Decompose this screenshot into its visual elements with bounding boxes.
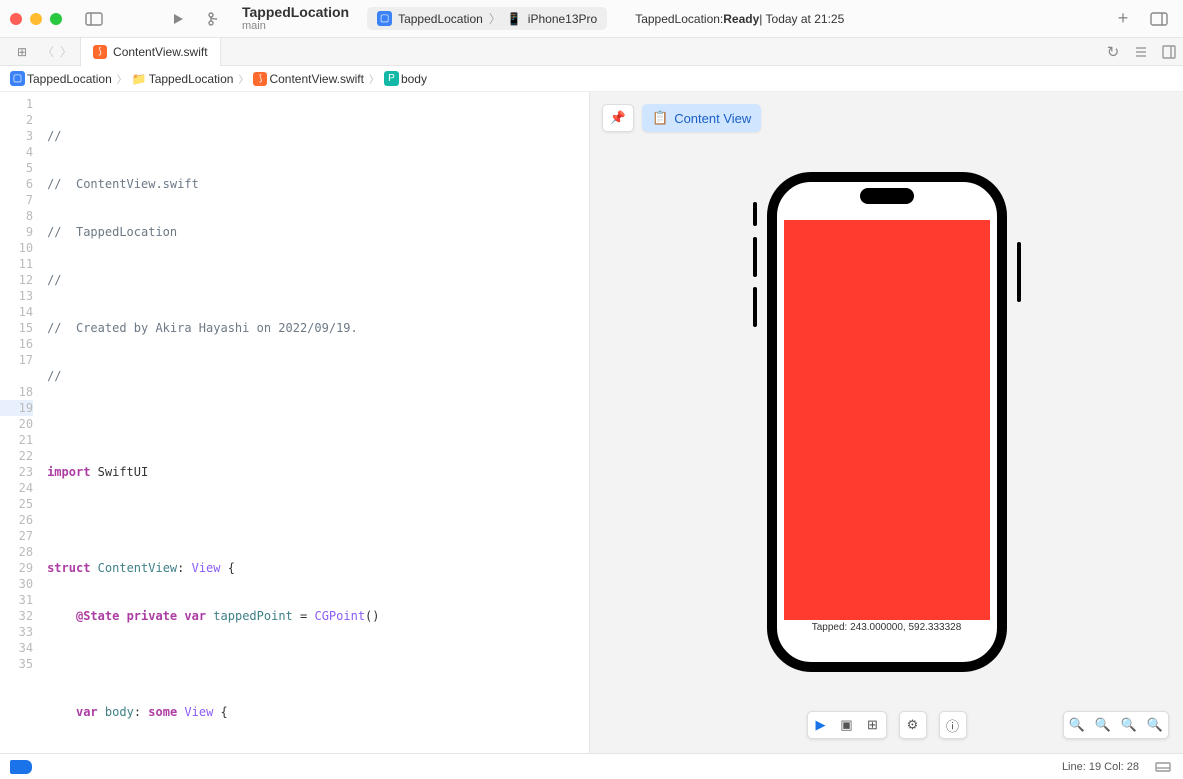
zoom-actual-button[interactable]: 🔍 bbox=[1116, 712, 1142, 738]
code-line bbox=[47, 416, 589, 432]
app-icon: ▢ bbox=[377, 11, 392, 26]
device-preview: Tapped: 243.000000, 592.333328 bbox=[767, 92, 1007, 672]
chevron-right-icon: 〉 bbox=[366, 71, 382, 86]
phone-side-button bbox=[753, 287, 757, 327]
status-time: | Today at 21:25 bbox=[759, 12, 844, 26]
crumb-file[interactable]: ContentView.swift bbox=[269, 72, 364, 86]
add-button[interactable]: + bbox=[1109, 7, 1137, 31]
phone-side-button bbox=[753, 237, 757, 277]
toggle-navigator-icon[interactable] bbox=[80, 7, 108, 31]
property-icon: P bbox=[384, 71, 399, 86]
app-content[interactable]: Tapped: 243.000000, 592.333328 bbox=[784, 220, 990, 662]
crumb-symbol[interactable]: body bbox=[401, 72, 427, 86]
zoom-fit-button[interactable]: 🔍 bbox=[1090, 712, 1116, 738]
device-name: iPhone13Pro bbox=[528, 12, 597, 26]
debug-pointer-icon[interactable] bbox=[10, 760, 32, 774]
tab-bar: ⊞ 〈 〉 ⟆ ContentView.swift ↻ bbox=[0, 38, 1183, 66]
refresh-icon[interactable]: ↻ bbox=[1099, 40, 1127, 64]
folder-icon: 📁 bbox=[132, 72, 147, 86]
library-icon[interactable] bbox=[1145, 7, 1173, 31]
preview-variants-button[interactable]: ⊞ bbox=[860, 712, 886, 738]
code-line: // ContentView.swift bbox=[47, 176, 589, 192]
code-line: // TappedLocation bbox=[47, 224, 589, 240]
status-prefix: TappedLocation: bbox=[635, 12, 723, 26]
tapped-label: Tapped: 243.000000, 592.333328 bbox=[812, 622, 962, 633]
window-traffic-lights bbox=[10, 13, 62, 25]
swift-icon: ⟆ bbox=[253, 72, 267, 86]
code-line bbox=[47, 512, 589, 528]
phone-notch bbox=[860, 188, 914, 204]
file-tab-label: ContentView.swift bbox=[113, 45, 208, 59]
related-items-icon[interactable]: ⊞ bbox=[8, 40, 36, 64]
code-line: // bbox=[47, 128, 589, 144]
crumb-project[interactable]: TappedLocation bbox=[27, 72, 112, 86]
code-line: // bbox=[47, 272, 589, 288]
preview-info-button[interactable]: ⓘ bbox=[940, 712, 966, 738]
preview-device-settings-button[interactable]: ⚙ bbox=[900, 712, 926, 738]
code-line: var body: some View { bbox=[47, 704, 589, 720]
clipboard-icon: 📋 bbox=[652, 110, 668, 126]
phone-icon: 📱 bbox=[507, 12, 522, 26]
mini-debug-icon[interactable] bbox=[1153, 755, 1173, 779]
file-tab-contentview[interactable]: ⟆ ContentView.swift bbox=[80, 38, 221, 66]
window-minimize-button[interactable] bbox=[30, 13, 42, 25]
code-line: struct ContentView: View { bbox=[47, 560, 589, 576]
main-area: 1234567891011121314151617181920212223242… bbox=[0, 92, 1183, 753]
preview-selectable-button[interactable]: ▣ bbox=[834, 712, 860, 738]
editor-layout-icon[interactable] bbox=[1155, 40, 1183, 64]
build-status: TappedLocation: Ready | Today at 21:25 bbox=[625, 9, 854, 29]
window-zoom-button[interactable] bbox=[50, 13, 62, 25]
crumb-folder[interactable]: TappedLocation bbox=[149, 72, 234, 86]
scheme-name: TappedLocation bbox=[398, 12, 483, 26]
swift-icon: ⟆ bbox=[93, 45, 107, 59]
chevron-right-icon: 〉 bbox=[235, 71, 251, 86]
jump-bar[interactable]: ▢ TappedLocation 〉 📁 TappedLocation 〉 ⟆ … bbox=[0, 66, 1183, 92]
code-line: // bbox=[47, 368, 589, 384]
phone-side-button bbox=[753, 202, 757, 226]
status-bar: Line: 19 Col: 28 bbox=[0, 753, 1183, 779]
nav-back-icon[interactable]: 〈 bbox=[42, 43, 54, 60]
project-title: TappedLocation main bbox=[242, 5, 349, 32]
chevron-right-icon: 〉 bbox=[114, 71, 130, 86]
code-line: // Created by Akira Hayashi on 2022/09/1… bbox=[47, 320, 589, 336]
project-name: TappedLocation bbox=[242, 5, 349, 20]
code-editor[interactable]: 1234567891011121314151617181920212223242… bbox=[0, 92, 590, 753]
pin-icon: 📌 bbox=[610, 110, 626, 126]
code-line bbox=[47, 656, 589, 672]
project-icon: ▢ bbox=[10, 71, 25, 86]
adjust-editor-icon[interactable] bbox=[1127, 40, 1155, 64]
preview-canvas[interactable]: 📌 📋 Content View Tapped: 243.000000, 592… bbox=[590, 92, 1183, 753]
zoom-controls: 🔍 🔍 🔍 🔍 bbox=[1063, 711, 1169, 739]
zoom-in-button[interactable]: 🔍 bbox=[1142, 712, 1168, 738]
branch-name: main bbox=[242, 20, 266, 32]
preview-content-view-button[interactable]: 📋 Content View bbox=[642, 104, 761, 132]
content-view-label: Content View bbox=[674, 111, 751, 126]
scheme-menu-icon[interactable] bbox=[200, 7, 228, 31]
cursor-position: Line: 19 Col: 28 bbox=[1062, 761, 1139, 773]
scheme-selector[interactable]: ▢ TappedLocation 〉 📱 iPhone13Pro bbox=[367, 7, 607, 30]
toolbar: TappedLocation main ▢ TappedLocation 〉 📱… bbox=[0, 0, 1183, 38]
code-line: import SwiftUI bbox=[47, 464, 589, 480]
code-line: @State private var tappedPoint = CGPoint… bbox=[47, 608, 589, 624]
preview-live-button[interactable]: ▶ bbox=[808, 712, 834, 738]
tab-nav: ⊞ 〈 〉 bbox=[0, 40, 80, 64]
pin-preview-button[interactable]: 📌 bbox=[602, 104, 634, 132]
status-ready: Ready bbox=[723, 12, 759, 26]
tap-area[interactable] bbox=[784, 220, 990, 620]
window-close-button[interactable] bbox=[10, 13, 22, 25]
phone-frame[interactable]: Tapped: 243.000000, 592.333328 bbox=[767, 172, 1007, 672]
run-button[interactable] bbox=[164, 7, 192, 31]
phone-side-button bbox=[1017, 242, 1021, 302]
line-gutter: 1234567891011121314151617181920212223242… bbox=[0, 92, 41, 753]
chevron-right-icon: 〉 bbox=[489, 10, 501, 27]
zoom-out-button[interactable]: 🔍 bbox=[1064, 712, 1090, 738]
nav-forward-icon[interactable]: 〉 bbox=[60, 43, 72, 60]
code-content[interactable]: // // ContentView.swift // TappedLocatio… bbox=[41, 92, 589, 753]
